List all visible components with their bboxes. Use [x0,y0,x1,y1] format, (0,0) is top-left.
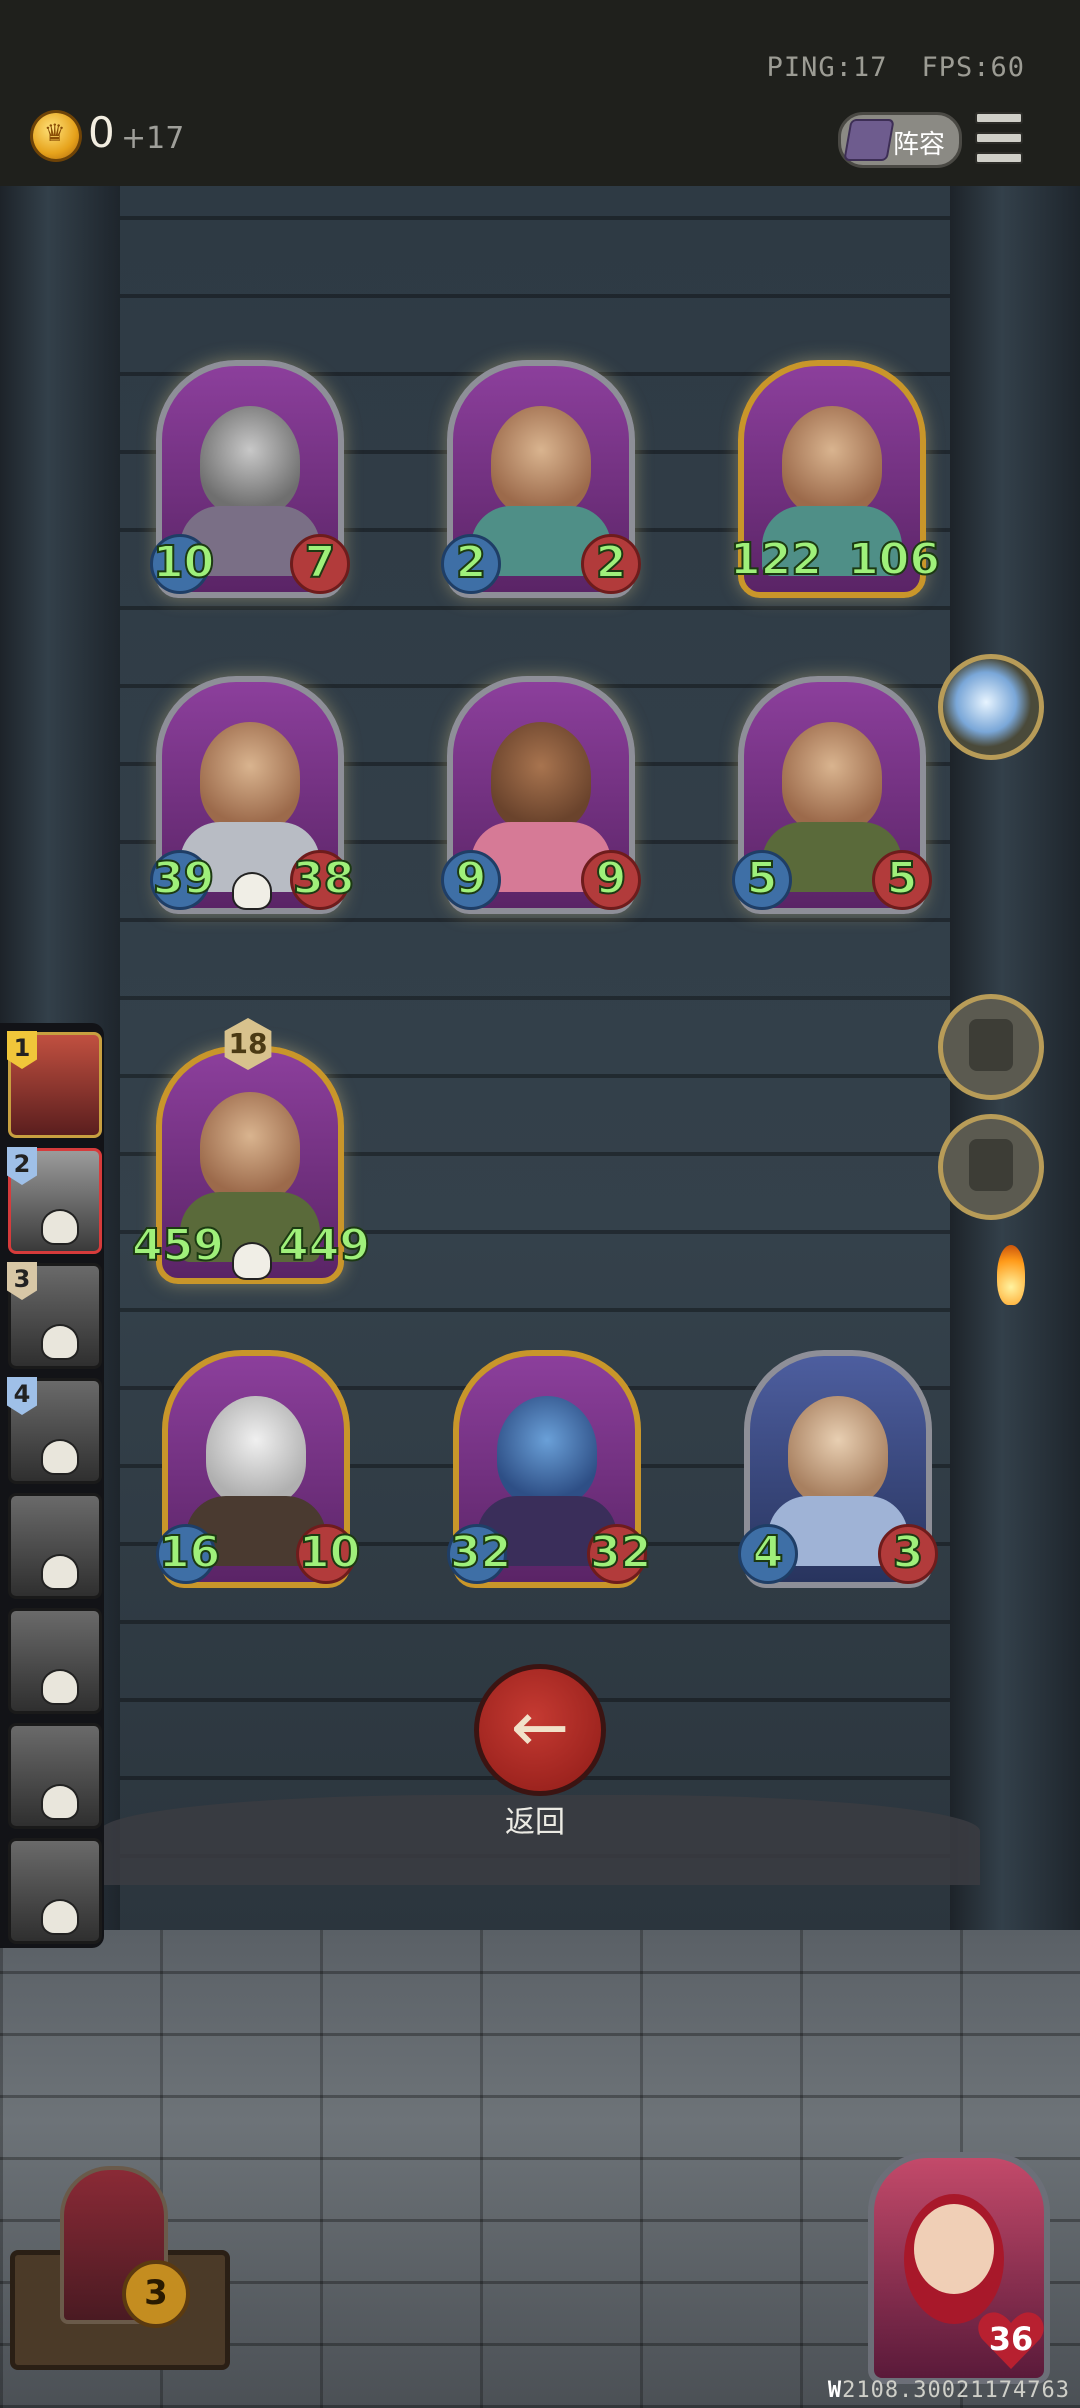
gold-amount: 0 [88,108,115,157]
ability-button[interactable] [938,994,1044,1100]
torch-flame-icon [997,1245,1025,1305]
minion-attack: 2 [441,534,501,594]
minion-attack: 16 [156,1524,221,1584]
hero-face [914,2204,994,2294]
minion-attack: 9 [441,850,501,910]
skull-icon [41,1899,79,1935]
minion-health: 449 [277,1219,371,1272]
player-slot[interactable] [8,1608,102,1714]
build-id-number: 2108.30021174763 [842,2378,1070,2403]
player-slot[interactable]: 1 [7,1031,102,1138]
minion-portrait [200,1092,300,1202]
minion-card[interactable]: 2 2 [441,360,641,598]
hamburger-icon [975,112,1023,124]
hamburger-line [975,132,1023,144]
minion-portrait [497,1396,597,1506]
minion-health: 32 [587,1524,652,1584]
knight-icon [969,1019,1013,1071]
player-slot[interactable]: 2 [7,1147,102,1254]
minion-card[interactable]: 39 38 [150,676,355,914]
minion-health: 10 [296,1524,361,1584]
network-stats: PING:17 FPS:60 [733,52,1025,83]
ping-text: PING:17 [766,52,888,83]
minion-portrait [206,1396,306,1506]
minion-attack: 4 [738,1524,798,1584]
minion-health: 9 [581,850,641,910]
shop-minion-card[interactable]: 4 3 [738,1350,938,1588]
arrow-left-icon: ← [510,1686,570,1768]
hero-panel[interactable]: 3 [10,2160,230,2370]
minion-portrait [491,406,591,516]
player-rank: 4 [7,1377,37,1415]
skull-icon [41,1209,79,1245]
knight-icon [969,1139,1013,1191]
minion-card[interactable]: 9 9 [441,676,641,914]
minion-attack: 459 [131,1219,225,1272]
shop-minion-card[interactable]: 16 10 [156,1350,361,1588]
fps-text: FPS:60 [921,52,1025,83]
build-id: W2108.30021174763 [828,2378,1070,2403]
player-rank: 1 [7,1031,37,1069]
skull-icon [232,1242,272,1280]
player-slot[interactable]: 4 [7,1377,102,1484]
minion-attack: 5 [732,850,792,910]
minion-attack: 122 [729,533,823,586]
minion-portrait [788,1396,888,1506]
minion-card-golden[interactable]: 122 106 [729,360,941,598]
minion-attack: 39 [150,850,215,910]
back-label: 返回 [505,1805,565,1840]
top-bar: PING:17 FPS:60 0 +17 阵容 [0,0,1080,186]
hamburger-line [975,152,1023,164]
minion-health: 7 [290,534,350,594]
back-button[interactable]: ← [474,1664,606,1796]
minion-health: 106 [847,533,941,586]
minion-attack: 32 [447,1524,512,1584]
skull-icon [41,1554,79,1590]
lineup-label: 阵容 [893,130,946,160]
hero-level-badge: 3 [122,2260,190,2328]
player-list: 1 2 3 4 [0,1023,104,1948]
minion-health: 2 [581,534,641,594]
minion-card[interactable]: 5 5 [732,676,932,914]
minion-portrait [491,722,591,832]
minion-attack: 10 [150,534,215,594]
minion-health: 38 [290,850,355,910]
shop-minion-card[interactable]: 32 32 [447,1350,652,1588]
ability-button[interactable] [938,1114,1044,1220]
player-rank: 3 [7,1262,37,1300]
gold-income: +17 [121,121,185,156]
menu-button[interactable] [975,112,1023,164]
player-slot[interactable]: 3 [7,1262,102,1369]
player-slot[interactable] [8,1838,102,1944]
minion-portrait [782,406,882,516]
minion-portrait [200,722,300,832]
skull-icon [41,1784,79,1820]
skull-icon [41,1324,79,1360]
minion-health: 3 [878,1524,938,1584]
player-slot[interactable] [8,1723,102,1829]
gold-coin-icon [33,113,79,159]
minion-portrait [782,722,882,832]
lineup-button[interactable]: 阵容 [838,112,962,168]
skull-icon [41,1439,79,1475]
freeze-orb-button[interactable] [938,654,1044,760]
minion-health: 5 [872,850,932,910]
book-icon [843,119,895,161]
player-rank: 2 [7,1147,37,1185]
build-id-prefix: W [827,2378,843,2403]
skull-icon [41,1669,79,1705]
skull-icon [232,872,272,910]
minion-card[interactable]: 10 7 [150,360,350,598]
minion-portrait [200,406,300,516]
player-slot[interactable] [8,1493,102,1599]
minion-card-golden[interactable]: 18 459 449 [131,1018,371,1284]
